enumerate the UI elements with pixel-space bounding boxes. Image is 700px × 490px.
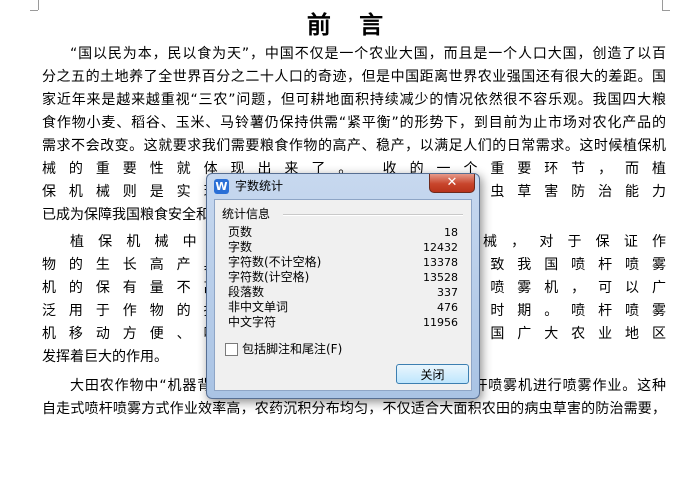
stat-label: 页数	[228, 225, 253, 239]
stat-value: 476	[437, 301, 458, 314]
stat-label: 中文字符	[228, 315, 277, 329]
dialog-titlebar[interactable]: W 字数统计 ✕	[207, 174, 479, 198]
stat-row-non-chinese-words: 非中文单词 476	[228, 300, 458, 315]
document-title: 前 言	[306, 10, 394, 39]
document-line: “国以民为本，民以食为天”，中国不仅是一个农业大国，而且是一个人口大国，创造了以…	[70, 46, 666, 62]
include-footnotes-label[interactable]: 包括脚注和尾注(F)	[242, 341, 342, 357]
stat-label: 字符数(计空格)	[228, 270, 310, 284]
stat-value: 18	[444, 226, 458, 239]
stat-value: 11956	[423, 316, 458, 329]
group-divider	[283, 214, 463, 216]
dialog-title: 字数统计	[235, 179, 284, 193]
document-line: 分之五的土地养了全世界百分之二十人口的奇迹，但是中国距离世界农业强国还有很大的差…	[42, 69, 666, 85]
stat-row-chinese-chars: 中文字符 11956	[228, 315, 458, 330]
stat-label: 字符数(不计空格)	[228, 255, 322, 269]
crop-mark	[662, 0, 663, 10]
stat-value: 13378	[423, 256, 458, 269]
stat-row-chars-with-spaces: 字符数(计空格) 13528	[228, 270, 458, 285]
group-label: 统计信息	[222, 207, 271, 221]
stat-row-pages: 页数 18	[228, 225, 458, 240]
stat-label: 段落数	[228, 285, 265, 299]
document-line: 需求不会改变。这就要求我们需要粮食作物的高产、稳产，以满足人们的日常需求。这时候…	[42, 138, 666, 154]
stat-label: 非中文单词	[228, 300, 289, 314]
word-count-dialog: W 字数统计 ✕ 统计信息 页数 18 字数 12432 字符数(不计空格) 1…	[206, 173, 480, 399]
crop-mark	[38, 0, 39, 10]
document-line: 食作物小麦、稻谷、玉米、马铃薯仍保持供需“紧平衡”的形势下，到目前为止市场对农化…	[42, 115, 666, 131]
stat-row-chars-no-spaces: 字符数(不计空格) 13378	[228, 255, 458, 270]
include-footnotes-checkbox[interactable]	[225, 343, 238, 356]
stat-value: 337	[437, 286, 458, 299]
stat-row-words: 字数 12432	[228, 240, 458, 255]
close-button[interactable]: 关闭	[396, 364, 469, 384]
wps-app-icon: W	[214, 179, 229, 194]
stat-row-paragraphs: 段落数 337	[228, 285, 458, 300]
stat-value: 12432	[423, 241, 458, 254]
document-line: 家近年来是越来越重视“三农”问题，但可耕地面积持续减少的情况依然很不容乐观。我国…	[42, 92, 666, 108]
stat-value: 13528	[423, 271, 458, 284]
close-icon[interactable]: ✕	[429, 174, 475, 193]
dialog-content: 统计信息 页数 18 字数 12432 字符数(不计空格) 13378 字符数(…	[214, 199, 472, 391]
document-line: 自走式喷杆喷雾方式作业效率高，农药沉积分布均匀，不仅适合大面积农田的病虫草害的防…	[42, 401, 666, 417]
stat-label: 字数	[228, 240, 253, 254]
